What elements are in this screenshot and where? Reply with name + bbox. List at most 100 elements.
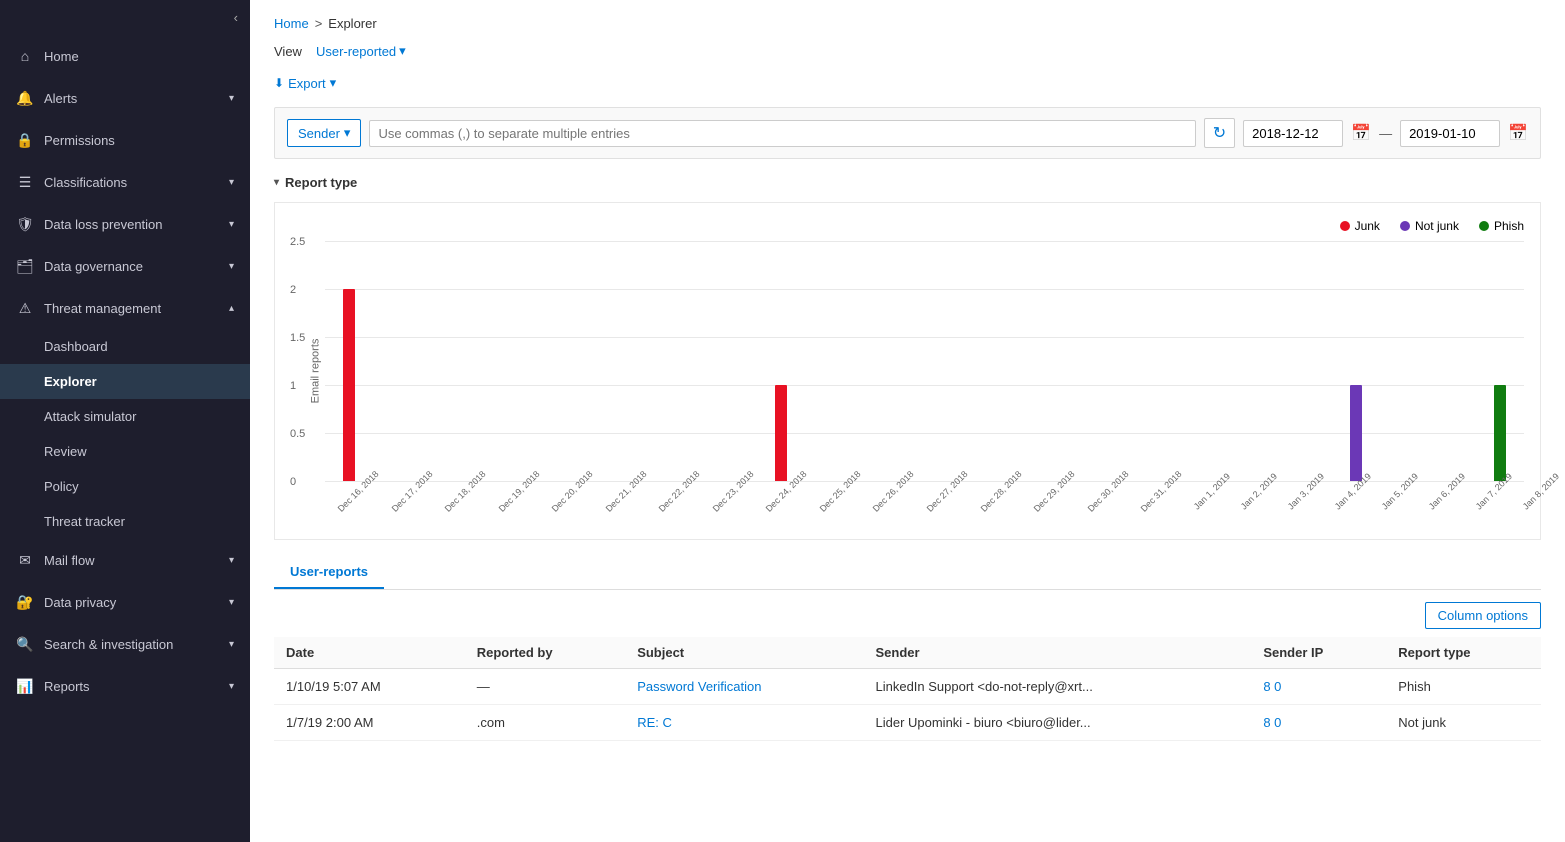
sidebar-item-alerts[interactable]: 🔔 Alerts ▾ <box>0 77 250 119</box>
collapse-icon: ‹ <box>234 10 238 25</box>
sub-item-label: Threat tracker <box>44 514 125 529</box>
start-date-input[interactable] <box>1243 120 1343 147</box>
chevron-down-icon: ▾ <box>229 261 234 272</box>
data-governance-icon: 🗂 <box>16 257 34 275</box>
sidebar-item-data-governance[interactable]: 🗂 Data governance ▾ <box>0 245 250 287</box>
col-header-report-type[interactable]: Report type <box>1386 637 1541 669</box>
bar-group <box>613 241 661 481</box>
bar-group <box>1092 241 1140 481</box>
chevron-down-icon: ▾ <box>229 93 234 104</box>
bar-group <box>1380 241 1428 481</box>
sidebar-item-threat-tracker[interactable]: Threat tracker <box>0 504 250 539</box>
y-axis-label: Email reports <box>309 339 321 404</box>
chevron-down-icon: ▾ <box>229 555 234 566</box>
calendar-start-icon[interactable]: 📅 <box>1351 123 1371 143</box>
sidebar-item-mail-flow[interactable]: ✉ Mail flow ▾ <box>0 539 250 581</box>
sidebar-item-reports[interactable]: 📊 Reports ▾ <box>0 665 250 707</box>
mail-flow-icon: ✉ <box>16 551 34 569</box>
sidebar-item-data-privacy[interactable]: 🔐 Data privacy ▾ <box>0 581 250 623</box>
col-header-date[interactable]: Date <box>274 637 465 669</box>
bar-group <box>900 241 948 481</box>
home-icon: ⌂ <box>16 47 34 65</box>
cell-reported-by: .com <box>465 705 625 741</box>
filter-input[interactable] <box>369 120 1195 147</box>
sidebar-item-label: Data governance <box>44 259 219 274</box>
cell-subject[interactable]: Password Verification <box>625 669 863 705</box>
data-privacy-icon: 🔐 <box>16 593 34 611</box>
data-table: Date Reported by Subject Sender Sender I… <box>274 637 1541 741</box>
sidebar-item-explorer[interactable]: Explorer <box>0 364 250 399</box>
bar-group <box>1044 241 1092 481</box>
cell-report-type: Phish <box>1386 669 1541 705</box>
sidebar-item-dashboard[interactable]: Dashboard <box>0 329 250 364</box>
chevron-down-icon: ▾ <box>229 177 234 188</box>
tab-user-reports[interactable]: User-reports <box>274 556 384 589</box>
export-button[interactable]: ⬇ Export ▾ <box>274 71 1541 95</box>
threat-management-icon: ⚠ <box>16 299 34 317</box>
sidebar-collapse-button[interactable]: ‹ <box>0 0 250 35</box>
tabs-row: User-reports <box>274 556 1541 590</box>
view-toolbar: View User-reported ▾ <box>274 43 1541 59</box>
col-header-sender-ip[interactable]: Sender IP <box>1251 637 1386 669</box>
column-options-label: Column options <box>1438 608 1528 623</box>
col-header-sender[interactable]: Sender <box>863 637 1251 669</box>
sidebar-item-attack-simulator[interactable]: Attack simulator <box>0 399 250 434</box>
chevron-down-icon: ▾ <box>229 639 234 650</box>
sidebar-item-label: Alerts <box>44 91 219 106</box>
bar-group <box>1428 241 1476 481</box>
refresh-button[interactable]: ↻ <box>1204 118 1235 148</box>
end-date-input[interactable] <box>1400 120 1500 147</box>
legend-junk-label: Junk <box>1355 219 1380 233</box>
sub-item-label: Explorer <box>44 374 97 389</box>
legend-junk: Junk <box>1340 219 1380 233</box>
chart-bar[interactable] <box>343 289 355 481</box>
sidebar-item-data-loss-prevention[interactable]: 🛡 Data loss prevention ▾ <box>0 203 250 245</box>
sidebar-item-review[interactable]: Review <box>0 434 250 469</box>
sidebar-item-label: Data loss prevention <box>44 217 219 232</box>
sidebar-item-threat-management[interactable]: ⚠ Threat management ▴ <box>0 287 250 329</box>
sender-button[interactable]: Sender ▾ <box>287 119 361 147</box>
cell-sender: LinkedIn Support <do-not-reply@xrt... <box>863 669 1251 705</box>
y-tick-1: 1 <box>290 380 296 392</box>
sidebar-item-label: Data privacy <box>44 595 219 610</box>
sub-item-label: Policy <box>44 479 79 494</box>
view-label: View <box>274 44 302 59</box>
report-type-title: Report type <box>285 175 357 190</box>
report-type-section-header: ▾ Report type <box>274 171 1541 194</box>
main-content: Home > Explorer View User-reported ▾ ⬇ E… <box>250 0 1565 842</box>
y-tick-0: 0 <box>290 476 296 488</box>
chart-bar[interactable] <box>1494 385 1506 481</box>
sender-label: Sender <box>298 126 340 141</box>
sidebar-item-search-investigation[interactable]: 🔍 Search & investigation ▾ <box>0 623 250 665</box>
column-options-button[interactable]: Column options <box>1425 602 1541 629</box>
calendar-end-icon[interactable]: 📅 <box>1508 123 1528 143</box>
breadcrumb-home[interactable]: Home <box>274 16 309 31</box>
cell-reported-by: — <box>465 669 625 705</box>
chevron-down-icon: ▾ <box>344 125 351 141</box>
chevron-down-icon: ▾ <box>399 43 406 59</box>
sidebar-item-permissions[interactable]: 🔒 Permissions <box>0 119 250 161</box>
view-select[interactable]: User-reported ▾ <box>316 43 406 59</box>
bar-group <box>757 241 805 481</box>
sidebar-item-label: Classifications <box>44 175 219 190</box>
collapse-icon[interactable]: ▾ <box>274 177 279 188</box>
col-header-reported-by[interactable]: Reported by <box>465 637 625 669</box>
bar-group <box>373 241 421 481</box>
legend-phish: Phish <box>1479 219 1524 233</box>
breadcrumb-current: Explorer <box>328 16 376 31</box>
chart-bar[interactable] <box>1350 385 1362 481</box>
cell-sender-ip[interactable]: 8 0 <box>1251 669 1386 705</box>
y-tick-25: 2.5 <box>290 236 305 248</box>
sidebar-item-policy[interactable]: Policy <box>0 469 250 504</box>
sub-item-label: Review <box>44 444 87 459</box>
alerts-icon: 🔔 <box>16 89 34 107</box>
phish-dot <box>1479 221 1489 231</box>
cell-subject[interactable]: RE: C <box>625 705 863 741</box>
classifications-icon: ☰ <box>16 173 34 191</box>
cell-sender-ip[interactable]: 8 0 <box>1251 705 1386 741</box>
col-header-subject[interactable]: Subject <box>625 637 863 669</box>
chart-bar[interactable] <box>775 385 787 481</box>
sidebar-item-home[interactable]: ⌂ Home <box>0 35 250 77</box>
sidebar-item-classifications[interactable]: ☰ Classifications ▾ <box>0 161 250 203</box>
legend-not-junk-label: Not junk <box>1415 219 1459 233</box>
